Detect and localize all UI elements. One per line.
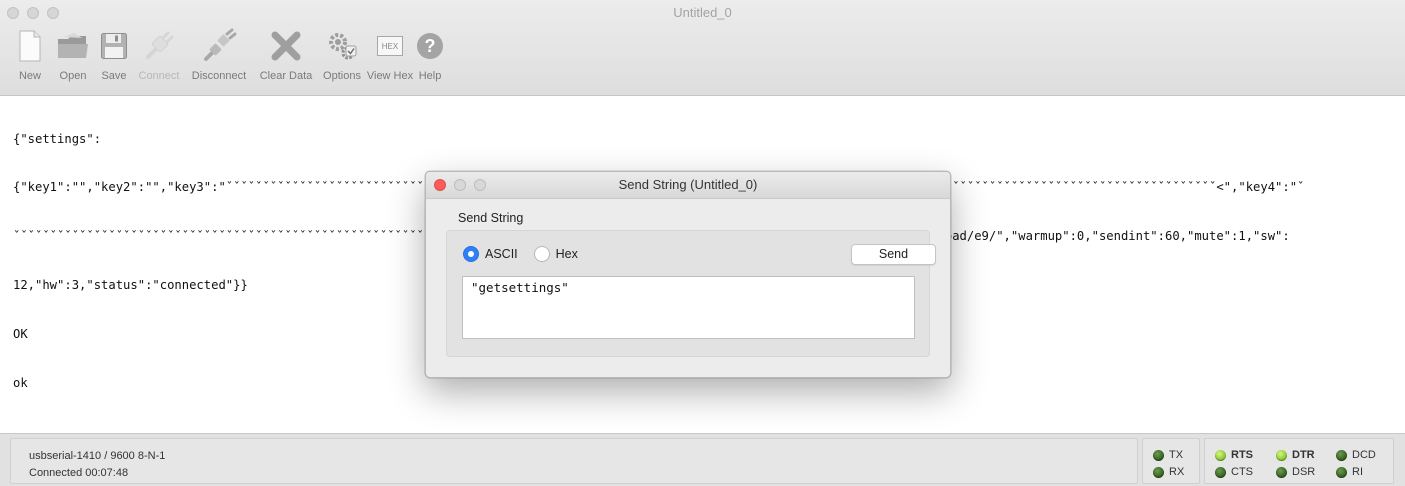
dsr-led-icon bbox=[1276, 466, 1287, 478]
rx-led-icon bbox=[1153, 466, 1164, 478]
send-string-group: ASCII Hex Send "getsettings" bbox=[446, 230, 936, 357]
hex-radio[interactable] bbox=[533, 246, 550, 262]
send-string-input[interactable]: "getsettings" bbox=[462, 276, 915, 339]
clear-x-icon bbox=[270, 24, 302, 68]
hex-radio-label[interactable]: Hex bbox=[556, 247, 578, 261]
toolbar: New Open Save Connect Disconnect Clear D… bbox=[16, 24, 446, 84]
dtr-indicator: DTR bbox=[1276, 449, 1315, 461]
floppy-disk-icon bbox=[100, 24, 128, 68]
send-button[interactable]: Send bbox=[851, 244, 936, 265]
view-hex-button[interactable]: HEX View Hex bbox=[366, 24, 414, 84]
disconnect-plug-icon bbox=[201, 24, 237, 68]
dcd-led-icon bbox=[1336, 449, 1347, 461]
help-button[interactable]: ? Help bbox=[414, 24, 446, 84]
dialog-titlebar: Send String (Untitled_0) bbox=[426, 172, 950, 199]
help-label: Help bbox=[418, 70, 442, 82]
new-file-icon bbox=[18, 24, 42, 68]
connection-info-panel: usbserial-1410 / 9600 8-N-1 Connected 00… bbox=[10, 438, 1138, 484]
save-button[interactable]: Save bbox=[98, 24, 130, 84]
mode-radio-group: ASCII Hex bbox=[463, 246, 588, 262]
view-hex-label: View Hex bbox=[366, 70, 414, 82]
help-question-icon: ? bbox=[416, 24, 444, 68]
cts-label: CTS bbox=[1231, 466, 1253, 478]
tx-rx-panel: TX RX bbox=[1142, 438, 1200, 484]
connect-button[interactable]: Connect bbox=[134, 24, 184, 84]
rts-led-icon bbox=[1215, 449, 1226, 461]
dialog-title: Send String (Untitled_0) bbox=[618, 177, 758, 192]
clear-data-button[interactable]: Clear Data bbox=[256, 24, 316, 84]
cts-indicator: CTS bbox=[1215, 466, 1253, 478]
dcd-label: DCD bbox=[1352, 449, 1376, 461]
open-button[interactable]: Open bbox=[52, 24, 94, 84]
ri-indicator: RI bbox=[1336, 466, 1363, 478]
tx-label: TX bbox=[1169, 449, 1184, 461]
rx-label: RX bbox=[1169, 466, 1185, 478]
cts-led-icon bbox=[1215, 466, 1226, 478]
options-label: Options bbox=[323, 70, 361, 82]
new-button[interactable]: New bbox=[16, 24, 44, 84]
window-title: Untitled_0 bbox=[673, 5, 732, 20]
svg-text:?: ? bbox=[425, 36, 436, 56]
dsr-label: DSR bbox=[1292, 466, 1316, 478]
rts-indicator: RTS bbox=[1215, 449, 1253, 461]
port-settings-text: usbserial-1410 / 9600 8-N-1 bbox=[29, 450, 166, 462]
dtr-label: DTR bbox=[1292, 449, 1315, 461]
connect-plug-icon bbox=[142, 24, 176, 68]
hex-badge: HEX bbox=[377, 36, 403, 56]
status-bar: usbserial-1410 / 9600 8-N-1 Connected 00… bbox=[0, 433, 1405, 486]
connect-label: Connect bbox=[138, 70, 180, 82]
tx-led-icon bbox=[1153, 449, 1164, 461]
disconnect-button[interactable]: Disconnect bbox=[186, 24, 252, 84]
ascii-radio[interactable] bbox=[463, 246, 479, 262]
hex-icon: HEX bbox=[377, 24, 403, 68]
connection-time-text: Connected 00:07:48 bbox=[29, 467, 129, 479]
ascii-radio-label[interactable]: ASCII bbox=[485, 247, 518, 261]
open-label: Open bbox=[59, 70, 87, 82]
new-label: New bbox=[18, 70, 41, 82]
disconnect-label: Disconnect bbox=[191, 70, 247, 82]
control-lines-panel: RTS CTS DTR DSR DCD RI bbox=[1204, 438, 1394, 484]
open-folder-icon bbox=[56, 24, 90, 68]
console-line: {"settings": bbox=[13, 131, 102, 146]
dtr-led-icon bbox=[1276, 449, 1287, 461]
clear-data-label: Clear Data bbox=[259, 70, 313, 82]
options-button[interactable]: Options bbox=[318, 24, 366, 84]
send-string-dialog: Send String (Untitled_0) Send String ASC… bbox=[425, 171, 951, 378]
window-titlebar: Untitled_0 New Open Save Connect Disconn… bbox=[0, 0, 1405, 96]
save-label: Save bbox=[101, 70, 127, 82]
dsr-indicator: DSR bbox=[1276, 466, 1315, 478]
options-gears-icon bbox=[326, 24, 358, 68]
rx-indicator: RX bbox=[1153, 466, 1184, 478]
ri-label: RI bbox=[1352, 466, 1363, 478]
send-string-group-label: Send String bbox=[458, 211, 524, 225]
rts-label: RTS bbox=[1231, 449, 1253, 461]
tx-indicator: TX bbox=[1153, 449, 1183, 461]
dcd-indicator: DCD bbox=[1336, 449, 1376, 461]
ri-led-icon bbox=[1336, 466, 1347, 478]
